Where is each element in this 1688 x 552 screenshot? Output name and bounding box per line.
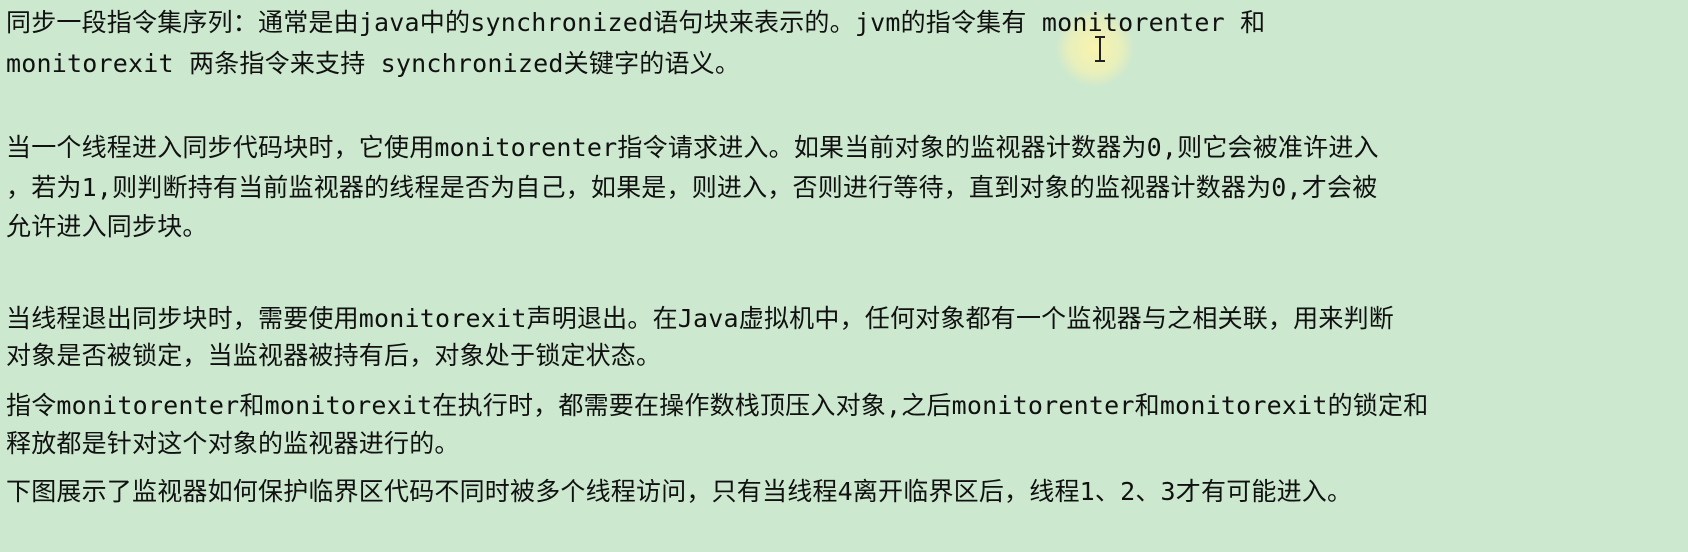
paragraph-line-7: 对象是否被锁定，当监视器被持有后，对象处于锁定状态。 <box>6 341 662 370</box>
paragraph-line-5: 允许进入同步块。 <box>6 212 208 241</box>
document-body: 同步一段指令集序列：通常是由java中的synchronized语句块来表示的。… <box>0 0 1688 552</box>
text-cursor-icon <box>1095 36 1105 62</box>
paragraph-line-8: 指令monitorenter和monitorexit在执行时，都需要在操作数栈顶… <box>6 391 1429 420</box>
paragraph-line-10: 下图展示了监视器如何保护临界区代码不同时被多个线程访问，只有当线程4离开临界区后… <box>6 477 1353 506</box>
paragraph-line-1: 同步一段指令集序列：通常是由java中的synchronized语句块来表示的。… <box>6 8 1266 37</box>
paragraph-line-9: 释放都是针对这个对象的监视器进行的。 <box>6 429 460 458</box>
paragraph-line-6: 当线程退出同步块时，需要使用monitorexit声明退出。在Java虚拟机中，… <box>6 304 1394 333</box>
paragraph-line-4: ，若为1,则判断持有当前监视器的线程是否为自己，如果是，则进入，否则进行等待，直… <box>6 173 1378 202</box>
paragraph-line-2: monitorexit 两条指令来支持 synchronized关键字的语义。 <box>6 49 741 78</box>
paragraph-line-3: 当一个线程进入同步代码块时，它使用monitorenter指令请求进入。如果当前… <box>6 133 1379 162</box>
